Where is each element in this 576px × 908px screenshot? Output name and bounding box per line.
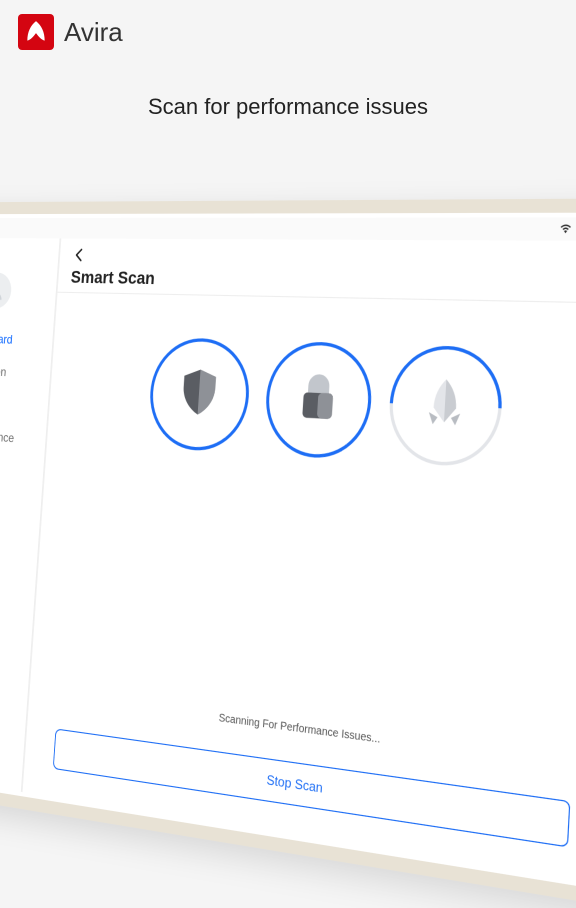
brand-name: Avira [64, 17, 123, 48]
sidebar-item-label: Performance [0, 428, 15, 446]
scan-ring-performance [386, 344, 505, 468]
tablet-screen: n Jul 6 100% ro Security [0, 217, 576, 885]
sidebar-item-dashboard[interactable]: Dashboard [0, 321, 54, 357]
sidebar-item-privacy[interactable]: Privacy [0, 385, 49, 424]
sidebar-item-protection[interactable]: Protection [0, 353, 51, 390]
stop-scan-label: Stop Scan [266, 772, 323, 796]
app-title: ro Security [0, 242, 59, 269]
tablet-frame: n Jul 6 100% ro Security [0, 198, 576, 908]
page-title: Smart Scan [70, 267, 576, 298]
sidebar-item-label: Dashboard [0, 331, 13, 347]
scan-status-text: Scanning For Performance Issues... [218, 712, 380, 746]
avira-logo-icon [18, 14, 54, 50]
sidebar-item-performance[interactable]: Performance [0, 417, 47, 457]
headline: Scan for performance issues [0, 94, 576, 120]
rocket-icon [416, 373, 473, 439]
sidebar-item-label: Protection [0, 363, 7, 379]
app-body: ro Security Dashboard Protection Pr [0, 238, 576, 885]
lock-icon [291, 368, 345, 431]
brand-header: Avira [0, 0, 576, 64]
avatar[interactable] [0, 272, 12, 309]
scan-ring-privacy [263, 341, 375, 461]
scan-rings [147, 337, 505, 469]
main-panel: Smart Scan [22, 238, 576, 885]
scan-content: Scanning For Performance Issues... Stop … [23, 293, 576, 886]
back-button[interactable] [72, 247, 87, 264]
scan-ring-protection [147, 337, 253, 453]
tablet-stage: n Jul 6 100% ro Security [0, 200, 576, 768]
stop-scan-button[interactable]: Stop Scan [53, 728, 571, 847]
wifi-icon [559, 222, 572, 237]
shield-icon [174, 364, 225, 425]
